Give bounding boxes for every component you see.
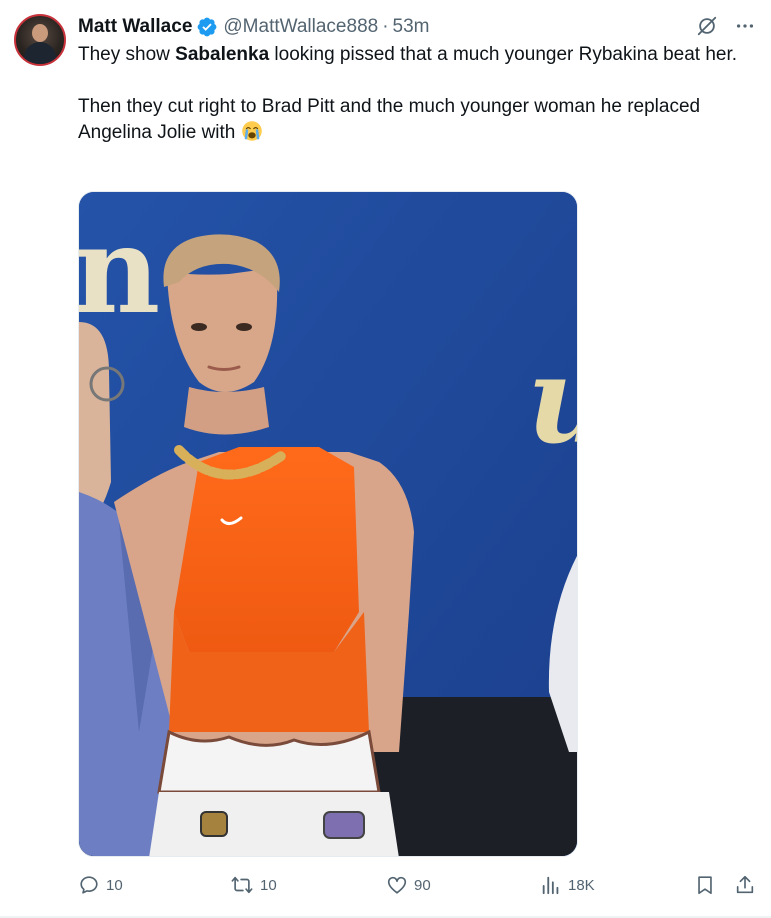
share-button[interactable] (734, 874, 756, 896)
repost-button[interactable]: 10 (230, 874, 277, 896)
bookmark-icon (698, 876, 712, 895)
text-segment: They show (78, 44, 176, 65)
loudly-crying-face-icon (241, 121, 262, 141)
handle[interactable]: @MattWallace888 (223, 16, 378, 38)
bookmark-button[interactable] (694, 874, 716, 896)
like-button[interactable]: 90 (386, 874, 431, 896)
text-segment: looking pissed that a much younger Rybak… (269, 44, 738, 65)
text-segment: Then they cut right to Brad Pitt and the… (78, 96, 701, 143)
share-icon (736, 875, 754, 894)
tweet-text: They show Sabalenka looking pissed that … (78, 42, 758, 146)
repost-count: 10 (260, 876, 277, 894)
reply-button[interactable]: 10 (78, 874, 123, 896)
reply-icon (80, 876, 98, 894)
more-icon[interactable] (733, 14, 757, 38)
avatar-body (24, 42, 56, 64)
photo-illustration: n u (79, 192, 578, 856)
avatar[interactable] (14, 14, 66, 66)
svg-text:u: u (527, 330, 578, 471)
timestamp[interactable]: 53m (393, 16, 430, 38)
repost-icon (231, 876, 253, 894)
like-count: 90 (414, 876, 431, 894)
verified-badge-icon (197, 17, 217, 37)
views-button[interactable]: 18K (540, 874, 595, 896)
tweet-paragraph-2: Then they cut right to Brad Pitt and the… (78, 94, 758, 146)
top-actions (695, 14, 757, 38)
tweet[interactable]: Matt Wallace @MattWallace888 · 53m They … (0, 0, 771, 918)
reply-count: 10 (106, 876, 123, 894)
separator-dot: · (382, 16, 389, 37)
tweet-action-bar: 10 10 90 18K (78, 874, 758, 900)
avatar-head (32, 24, 48, 42)
like-icon (387, 876, 407, 894)
grok-icon[interactable] (695, 14, 719, 38)
bold-name: Sabalenka (175, 44, 270, 65)
display-name[interactable]: Matt Wallace (78, 16, 192, 38)
tweet-media-photo[interactable]: n u (78, 191, 578, 857)
views-icon (542, 876, 559, 895)
tweet-header: Matt Wallace @MattWallace888 · 53m (78, 14, 430, 40)
views-count: 18K (568, 876, 595, 894)
tweet-paragraph-1: They show Sabalenka looking pissed that … (78, 42, 758, 68)
svg-text:n: n (79, 200, 160, 341)
